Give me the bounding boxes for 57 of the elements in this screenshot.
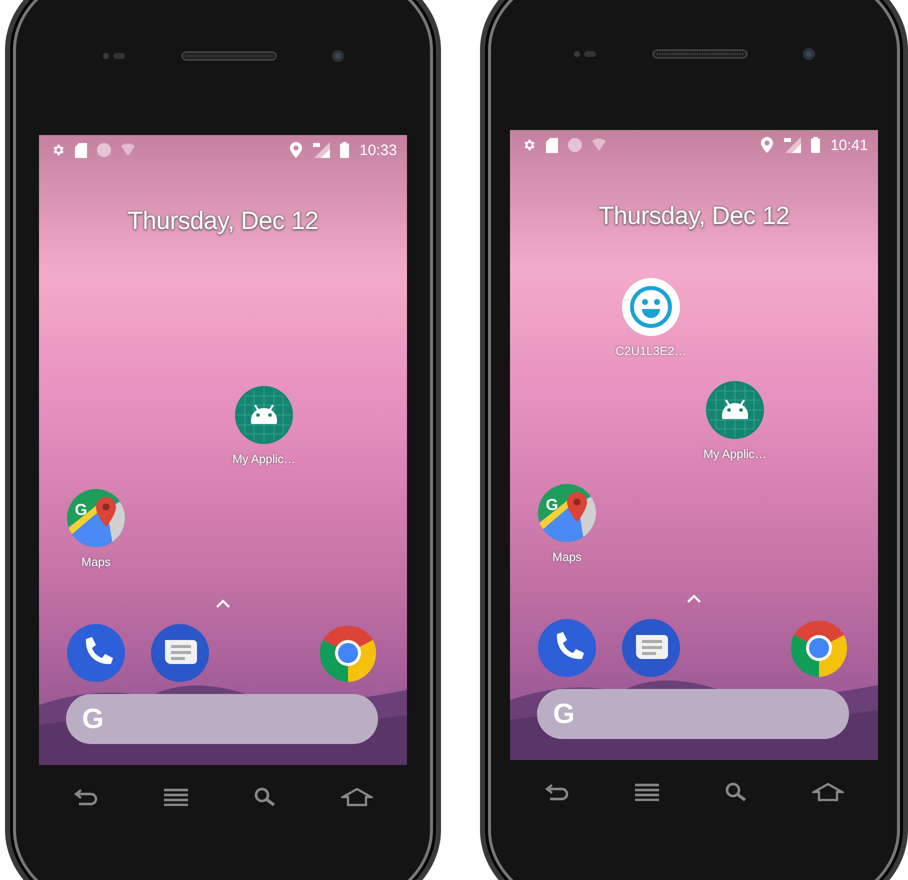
search-bar[interactable]: G <box>537 689 849 739</box>
speaker-grille-icon <box>652 48 748 58</box>
battery-icon <box>811 137 820 153</box>
back-icon[interactable] <box>73 788 99 806</box>
chat-bubble-icon[interactable] <box>151 624 209 682</box>
app-shortcut[interactable]: G Maps <box>525 484 609 587</box>
speaker-grille-icon <box>181 51 277 61</box>
phone-icon[interactable] <box>538 619 596 677</box>
chevron-up-icon[interactable] <box>216 598 230 608</box>
smiley-face-icon <box>622 278 680 336</box>
circle-icon <box>97 143 111 157</box>
app-shortcut[interactable]: C2U1L3E2… <box>609 278 693 381</box>
app-label: Maps <box>552 550 582 564</box>
search-icon[interactable] <box>253 787 277 807</box>
battery-icon <box>340 142 350 158</box>
lte-signal-icon <box>783 137 802 153</box>
date-widget[interactable]: Thursday, Dec 12 <box>598 202 790 230</box>
search-icon[interactable] <box>724 782 748 802</box>
sensor-icon <box>101 51 127 61</box>
location-pin-icon <box>290 142 302 158</box>
status-time: 10:33 <box>359 142 397 158</box>
menu-icon[interactable] <box>634 783 660 801</box>
search-bar[interactable]: G <box>66 694 378 744</box>
camera-icon <box>802 46 816 60</box>
app-label: C2U1L3E2… <box>616 344 686 358</box>
app-label: My Applic… <box>703 447 767 461</box>
browser-icon[interactable] <box>790 619 848 677</box>
date-widget[interactable]: Thursday, Dec 12 <box>128 206 318 236</box>
chat-bubble-icon[interactable] <box>622 619 680 677</box>
map-pin-icon: G <box>67 489 125 547</box>
android-robot-icon <box>235 386 293 444</box>
map-pin-icon: G <box>538 484 596 542</box>
back-icon[interactable] <box>544 783 570 801</box>
phone-icon[interactable] <box>67 624 125 682</box>
home-icon[interactable] <box>812 782 844 802</box>
search-logo: G <box>82 703 104 735</box>
search-logo: G <box>553 698 575 730</box>
chevron-up-icon[interactable] <box>687 594 701 602</box>
app-label: Maps <box>81 555 111 569</box>
app-label: My Applic… <box>232 452 296 466</box>
app-shortcut[interactable]: My Applic… <box>222 386 306 489</box>
browser-icon[interactable] <box>319 624 377 682</box>
app-shortcut[interactable]: My Applic… <box>693 381 777 484</box>
lte-signal-icon <box>312 142 330 158</box>
app-shortcut[interactable]: G Maps <box>54 489 138 592</box>
camera-icon <box>331 49 345 63</box>
sd-card-icon <box>546 138 558 152</box>
sensor-icon <box>572 48 598 58</box>
settings-icon <box>522 138 536 152</box>
circle-icon <box>568 138 582 152</box>
android-robot-icon <box>706 381 764 439</box>
location-pin-icon <box>761 137 774 153</box>
status-time: 10:41 <box>830 136 868 154</box>
home-icon[interactable] <box>341 787 373 807</box>
menu-icon[interactable] <box>163 788 189 806</box>
sd-card-icon <box>75 142 87 158</box>
settings-icon <box>51 143 65 157</box>
